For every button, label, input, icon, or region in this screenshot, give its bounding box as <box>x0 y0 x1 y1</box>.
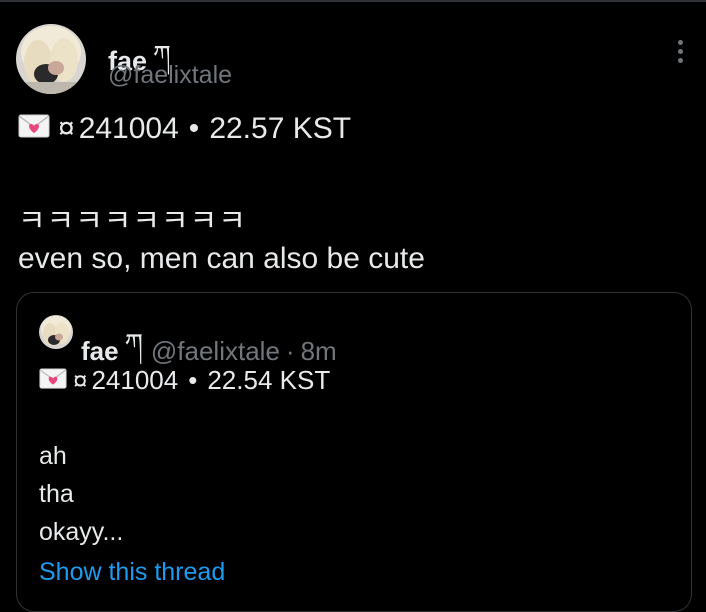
quoted-display-name[interactable]: fae <box>81 336 119 367</box>
quoted-meta-line: ¤ 241004 • 22.54 KST <box>39 365 330 396</box>
quoted-handle[interactable]: @faelixtale <box>151 336 280 367</box>
quoted-date: 241004 <box>91 365 179 395</box>
quoted-text-line: ah <box>39 442 67 470</box>
quoted-relative-time[interactable]: 8m <box>301 336 337 367</box>
love-letter-icon <box>18 112 50 146</box>
quoted-text-line: okayy... <box>39 518 124 546</box>
meta-bullet: • <box>188 112 200 145</box>
more-vertical-icon[interactable] <box>668 36 692 66</box>
quoted-currency-sign: ¤ <box>73 365 88 395</box>
quoted-text-line: tha <box>39 480 74 508</box>
post-time: 22.57 KST <box>209 112 352 145</box>
love-letter-icon <box>39 365 67 396</box>
user-handle[interactable]: @faelixtale <box>108 61 232 90</box>
quoted-time: 22.54 KST <box>207 365 331 395</box>
avatar[interactable] <box>16 24 86 94</box>
show-thread-link[interactable]: Show this thread <box>39 558 225 587</box>
currency-sign: ¤ <box>58 112 75 145</box>
quoted-tweet-card[interactable]: fae ཀ @faelixtale · 8m ¤ 241004 • 22.54 … <box>16 292 692 612</box>
quoted-meta-bullet: • <box>188 365 198 395</box>
post-meta-line: ¤ 241004 • 22.57 KST <box>18 112 351 146</box>
post-text-line: ㅋㅋㅋㅋㅋㅋㅋㅋ <box>18 205 247 238</box>
quoted-avatar[interactable] <box>39 315 73 349</box>
top-divider <box>0 0 706 2</box>
post-text-line: even so, men can also be cute <box>18 242 425 275</box>
quoted-separator: · <box>285 336 295 366</box>
post-date: 241004 <box>78 112 179 145</box>
